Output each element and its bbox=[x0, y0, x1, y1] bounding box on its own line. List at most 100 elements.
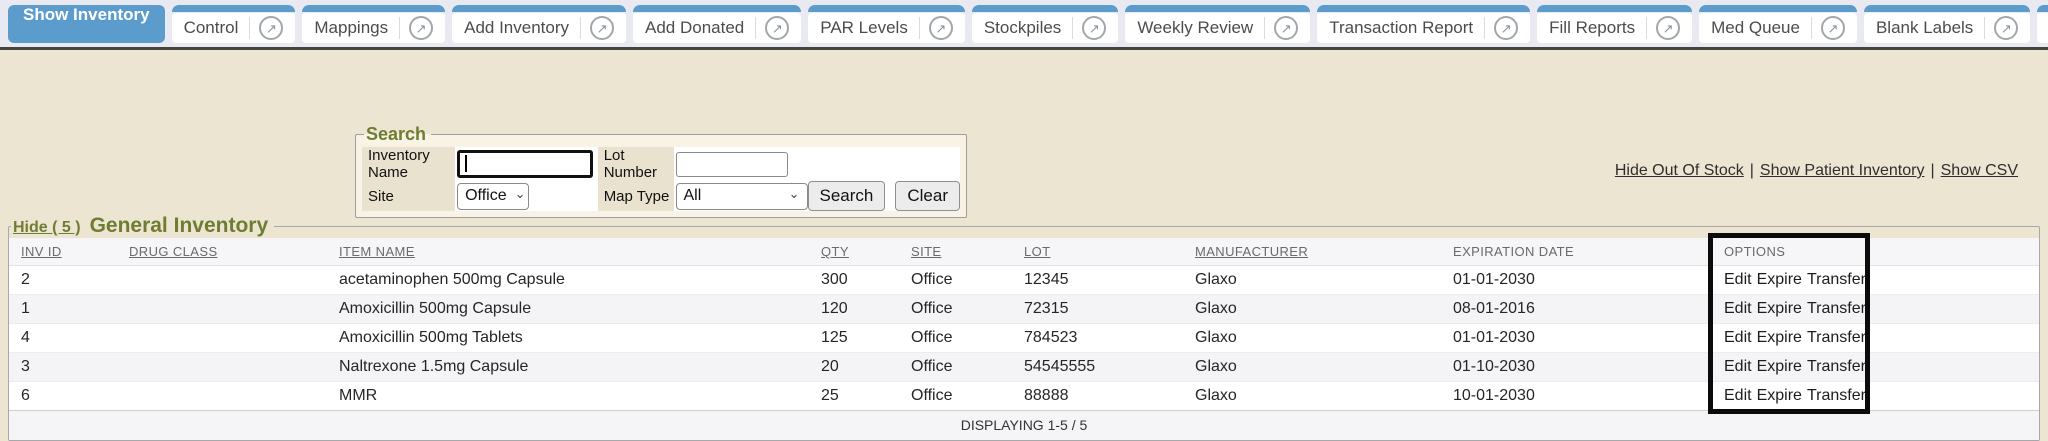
edit-link[interactable]: Edit bbox=[1724, 271, 1752, 288]
separator: | bbox=[1744, 162, 1760, 179]
show-patient-inventory-link[interactable]: Show Patient Inventory bbox=[1760, 162, 1925, 179]
tab-stockpiles[interactable]: Stockpiles ↗ bbox=[972, 5, 1118, 43]
column-header-drug-class[interactable]: DRUG CLASS bbox=[117, 238, 327, 266]
cell-drug-class bbox=[117, 295, 327, 324]
tab-label: Add Donated bbox=[645, 18, 744, 38]
tab-label: Mappings bbox=[314, 18, 388, 38]
general-inventory-section: Hide ( 5 ) General Inventory INV ID DRUG… bbox=[8, 214, 2040, 441]
tab-show-inventory[interactable]: Show Inventory bbox=[8, 5, 165, 43]
cell-options: Edit Expire Transfer bbox=[1712, 382, 2039, 411]
external-link-icon[interactable]: ↗ bbox=[1821, 16, 1845, 40]
tab-top-accent bbox=[1125, 5, 1310, 12]
column-header-qty[interactable]: QTY bbox=[809, 238, 899, 266]
tab-label: Fill Reports bbox=[1549, 18, 1635, 38]
table-row: 1 Amoxicillin 500mg Capsule 120 Office 7… bbox=[9, 295, 2039, 324]
search-button[interactable]: Search bbox=[808, 181, 886, 211]
tab-control[interactable]: Control↗ bbox=[172, 5, 296, 43]
cell-expiration-date: 01-01-2030 bbox=[1441, 324, 1712, 353]
tab-label: Med Queue bbox=[1711, 18, 1800, 38]
tab-top-accent bbox=[1317, 5, 1530, 12]
hide-link[interactable]: Hide ( 5 ) bbox=[13, 219, 81, 237]
transfer-link[interactable]: Transfer bbox=[1807, 329, 1866, 346]
tab-transaction-report[interactable]: Transaction Report↗ bbox=[1317, 5, 1530, 43]
tab-label: Weekly Review bbox=[1137, 18, 1253, 38]
external-link-icon[interactable]: ↗ bbox=[1656, 16, 1680, 40]
tab-med-queue[interactable]: Med Queue ↗ bbox=[1699, 5, 1857, 43]
site-select[interactable]: Office ⌄ bbox=[457, 183, 529, 210]
transfer-link[interactable]: Transfer bbox=[1807, 300, 1866, 317]
expire-link[interactable]: Expire bbox=[1757, 300, 1802, 317]
cell-manufacturer: Glaxo bbox=[1183, 295, 1441, 324]
tab-label: Blank Labels bbox=[1876, 18, 1973, 38]
cell-options: Edit Expire Transfer bbox=[1712, 295, 2039, 324]
tab-top-accent bbox=[1537, 5, 1692, 12]
edit-link[interactable]: Edit bbox=[1724, 329, 1752, 346]
external-link-icon[interactable]: ↗ bbox=[1082, 16, 1106, 40]
tab-top-accent bbox=[633, 5, 801, 12]
cell-site: Office bbox=[899, 266, 1012, 295]
external-link-icon[interactable]: ↗ bbox=[1994, 16, 2018, 40]
cell-site: Office bbox=[899, 353, 1012, 382]
tab-label: Add Inventory bbox=[464, 18, 569, 38]
chevron-down-icon: ⌄ bbox=[789, 186, 800, 202]
clear-button[interactable]: Clear bbox=[895, 181, 960, 211]
external-link-icon[interactable]: ↗ bbox=[1494, 16, 1518, 40]
tab-label: Stockpiles bbox=[984, 18, 1061, 38]
tab-add-inventory[interactable]: Add Inventory ↗ bbox=[452, 5, 626, 43]
show-csv-link[interactable]: Show CSV bbox=[1941, 162, 2018, 179]
external-link-icon[interactable]: ↗ bbox=[1274, 16, 1298, 40]
divider bbox=[1811, 17, 1812, 39]
column-header-site[interactable]: SITE bbox=[899, 238, 1012, 266]
cell-drug-class bbox=[117, 266, 327, 295]
separator: | bbox=[1924, 162, 1940, 179]
edit-link[interactable]: Edit bbox=[1724, 300, 1752, 317]
tab-weekly-review[interactable]: Weekly Review ↗ bbox=[1125, 5, 1310, 43]
cell-manufacturer: Glaxo bbox=[1183, 353, 1441, 382]
column-header-lot[interactable]: LOT bbox=[1012, 238, 1183, 266]
divider bbox=[1646, 17, 1647, 39]
cell-manufacturer: Glaxo bbox=[1183, 324, 1441, 353]
cell-qty: 300 bbox=[809, 266, 899, 295]
divider bbox=[1072, 17, 1073, 39]
external-link-icon[interactable]: ↗ bbox=[590, 16, 614, 40]
expire-link[interactable]: Expire bbox=[1757, 358, 1802, 375]
hide-out-of-stock-link[interactable]: Hide Out Of Stock bbox=[1615, 162, 1744, 179]
expire-link[interactable]: Expire bbox=[1757, 387, 1802, 404]
cell-lot: 784523 bbox=[1012, 324, 1183, 353]
column-header-manufacturer[interactable]: MANUFACTURER bbox=[1183, 238, 1441, 266]
tab-fill-reports[interactable]: Fill Reports ↗ bbox=[1537, 5, 1692, 43]
external-link-icon[interactable]: ↗ bbox=[259, 16, 283, 40]
text-cursor bbox=[465, 155, 467, 172]
cell-expiration-date: 10-01-2030 bbox=[1441, 382, 1712, 411]
header-row: INV ID DRUG CLASS ITEM NAME QTY SITE LOT… bbox=[9, 238, 2039, 266]
divider bbox=[1984, 17, 1985, 39]
map-type-select-value: All bbox=[684, 187, 702, 205]
tab-add-donated[interactable]: Add Donated ↗ bbox=[633, 5, 801, 43]
column-header-item-name[interactable]: ITEM NAME bbox=[327, 238, 809, 266]
edit-link[interactable]: Edit bbox=[1724, 358, 1752, 375]
cell-lot: 72315 bbox=[1012, 295, 1183, 324]
cell-inv-id: 2 bbox=[9, 266, 117, 295]
cell-drug-class bbox=[117, 382, 327, 411]
edit-link[interactable]: Edit bbox=[1724, 387, 1752, 404]
transfer-link[interactable]: Transfer bbox=[1807, 271, 1866, 288]
map-type-select[interactable]: All ⌄ bbox=[676, 183, 808, 210]
search-grid: Inventory Name Lot Number Site Office ⌄ … bbox=[362, 147, 960, 211]
tab-blank-labels[interactable]: Blank Labels ↗ bbox=[1864, 5, 2030, 43]
transfer-link[interactable]: Transfer bbox=[1807, 358, 1866, 375]
external-link-icon[interactable]: ↗ bbox=[409, 16, 433, 40]
expire-link[interactable]: Expire bbox=[1757, 271, 1802, 288]
column-header-inv-id[interactable]: INV ID bbox=[9, 238, 117, 266]
tab-mappings[interactable]: Mappings ↗ bbox=[302, 5, 445, 43]
external-link-icon[interactable]: ↗ bbox=[765, 16, 789, 40]
lot-number-input[interactable] bbox=[676, 152, 788, 177]
tab-import[interactable]: Import↗ bbox=[2037, 5, 2048, 43]
lot-number-label: Lot Number bbox=[598, 147, 674, 181]
tab-par-levels[interactable]: PAR Levels↗ bbox=[808, 5, 965, 43]
inventory-name-input[interactable] bbox=[457, 150, 593, 178]
expire-link[interactable]: Expire bbox=[1757, 329, 1802, 346]
tab-top-accent bbox=[1699, 5, 1857, 12]
external-link-icon[interactable]: ↗ bbox=[929, 16, 953, 40]
table-row: 4 Amoxicillin 500mg Tablets 125 Office 7… bbox=[9, 324, 2039, 353]
transfer-link[interactable]: Transfer bbox=[1807, 387, 1866, 404]
